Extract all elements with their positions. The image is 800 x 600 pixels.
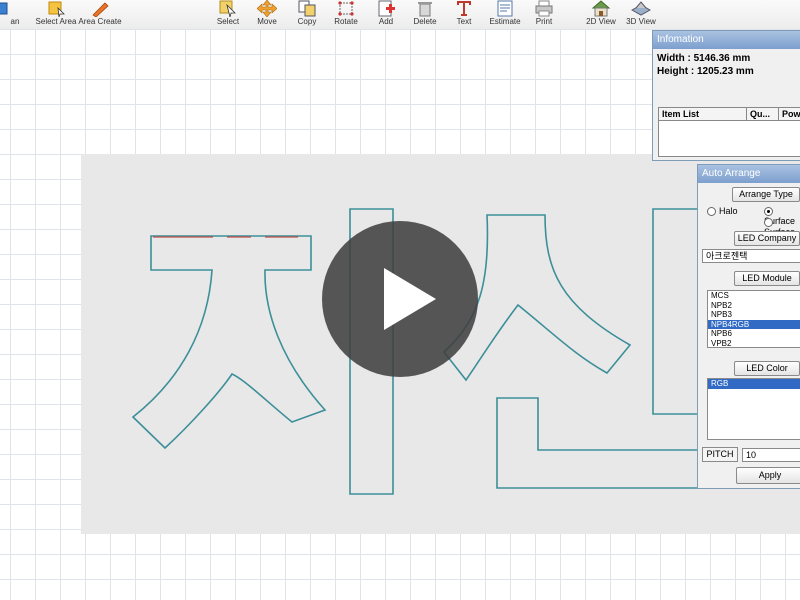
estimate-icon (497, 0, 513, 17)
pitch-label: PITCH (702, 447, 738, 462)
play-button[interactable] (322, 221, 478, 377)
item-list-table[interactable]: Item List Qu... Pow (658, 107, 800, 157)
led-module-option[interactable]: NPB4RGB (708, 319, 800, 329)
led-module-option[interactable]: NPB3 (708, 310, 800, 320)
delete-icon (418, 2, 432, 17)
information-panel: Infomation Width : 5146.36 mm Height : 1… (652, 30, 800, 161)
led-color-option[interactable]: RGB (708, 379, 800, 389)
apply-button[interactable]: Apply (736, 467, 800, 484)
led-color-list[interactable]: RGB (707, 378, 800, 440)
play-icon (384, 268, 436, 330)
toolbar: an Select Area Area Create Select Move C… (0, 0, 800, 30)
radio-halo[interactable]: Halo (707, 206, 738, 217)
information-title: Infomation (653, 31, 800, 49)
arrange-type-button[interactable]: Arrange Type (732, 187, 800, 202)
toolbar-print[interactable]: Print (522, 0, 566, 29)
copy-icon (298, 0, 316, 17)
auto-arrange-panel: Auto Arrange Arrange Type Halo Surface S… (697, 164, 800, 489)
info-height: Height : 1205.23 mm (657, 66, 754, 77)
move-icon (257, 0, 277, 17)
led-module-option[interactable]: NPB2 (708, 301, 800, 311)
pitch-field[interactable]: 10 (742, 448, 800, 462)
led-module-option[interactable]: MCS (708, 291, 800, 301)
rotate-icon (338, 1, 354, 16)
select-icon (219, 0, 236, 17)
column-quantity[interactable]: Qu... (747, 108, 779, 121)
led-module-button[interactable]: LED Module (734, 271, 800, 286)
select-area-icon (48, 1, 65, 17)
3d-view-icon (631, 1, 651, 16)
2d-view-icon (591, 0, 611, 17)
led-module-option[interactable]: NPB6 (708, 329, 800, 339)
toolbar-3d-view[interactable]: 3D View (619, 0, 663, 29)
open-icon (0, 2, 8, 15)
led-module-list[interactable]: MCSNPB2NPB3NPB4RGBNPB6VPB2VPB3 (707, 290, 800, 348)
print-icon (535, 0, 553, 17)
radio-surface-2-indicator (764, 218, 773, 228)
toolbar-open[interactable]: an (0, 0, 22, 29)
led-module-option[interactable]: VPB2 (708, 339, 800, 348)
add-icon (378, 0, 395, 17)
toolbar-label: 3D View (626, 17, 656, 26)
led-company-button[interactable]: LED Company (734, 231, 800, 246)
toolbar-area-create[interactable]: Area Create (78, 0, 122, 29)
toolbar-label: Area Create (78, 17, 122, 26)
toolbar-label: Print (535, 17, 553, 26)
auto-arrange-title: Auto Arrange (698, 165, 800, 183)
radio-surface-1-indicator (764, 207, 773, 217)
column-item-list[interactable]: Item List (659, 108, 747, 121)
led-company-field[interactable]: 아크로젠택 (702, 249, 800, 263)
column-power[interactable]: Pow (779, 108, 800, 121)
text-icon (457, 1, 471, 16)
info-width: Width : 5146.36 mm (657, 53, 751, 64)
radio-halo-label: Halo (719, 206, 738, 216)
radio-halo-indicator (707, 207, 716, 217)
led-color-button[interactable]: LED Color (734, 361, 800, 376)
area-create-icon (92, 2, 109, 17)
